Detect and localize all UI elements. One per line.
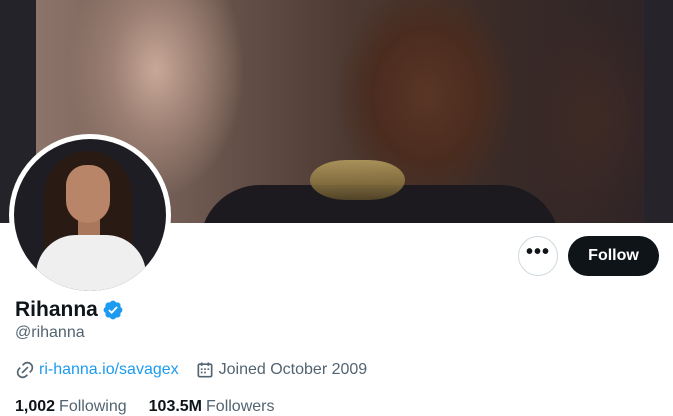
banner-photo-detail — [310, 160, 405, 200]
calendar-icon — [197, 362, 213, 378]
profile-handle: @rihanna — [15, 324, 85, 341]
joined-date: Joined October 2009 — [218, 361, 368, 378]
banner-edge — [644, 0, 673, 223]
profile-meta: ri-hanna.io/savagex Joined October 2009 — [15, 359, 367, 381]
more-options-button[interactable]: ••• — [518, 236, 558, 276]
following-count: 1,002 — [15, 398, 56, 415]
followers-label: Followers — [206, 398, 275, 415]
profile-avatar[interactable] — [9, 134, 171, 296]
website-item: ri-hanna.io/savagex — [15, 360, 179, 380]
link-icon — [16, 361, 34, 379]
name-row: Rihanna — [15, 296, 124, 324]
follow-button[interactable]: Follow — [568, 236, 659, 276]
more-options-icon: ••• — [525, 241, 550, 263]
profile-page: ••• Follow Rihanna @rihanna ri-hanna.io/… — [0, 0, 673, 416]
followers-stat[interactable]: 103.5M Followers — [149, 398, 275, 416]
joined-item: Joined October 2009 — [195, 360, 368, 380]
followers-count: 103.5M — [148, 398, 203, 415]
follow-stats: 1,002 Following 103.5M Followers — [15, 396, 274, 416]
avatar-photo — [14, 139, 166, 291]
verified-badge-icon — [103, 300, 123, 320]
website-link[interactable]: ri-hanna.io/savagex — [39, 361, 179, 379]
display-name: Rihanna — [15, 298, 98, 321]
following-stat[interactable]: 1,002 Following — [15, 398, 127, 416]
following-label: Following — [59, 398, 127, 415]
